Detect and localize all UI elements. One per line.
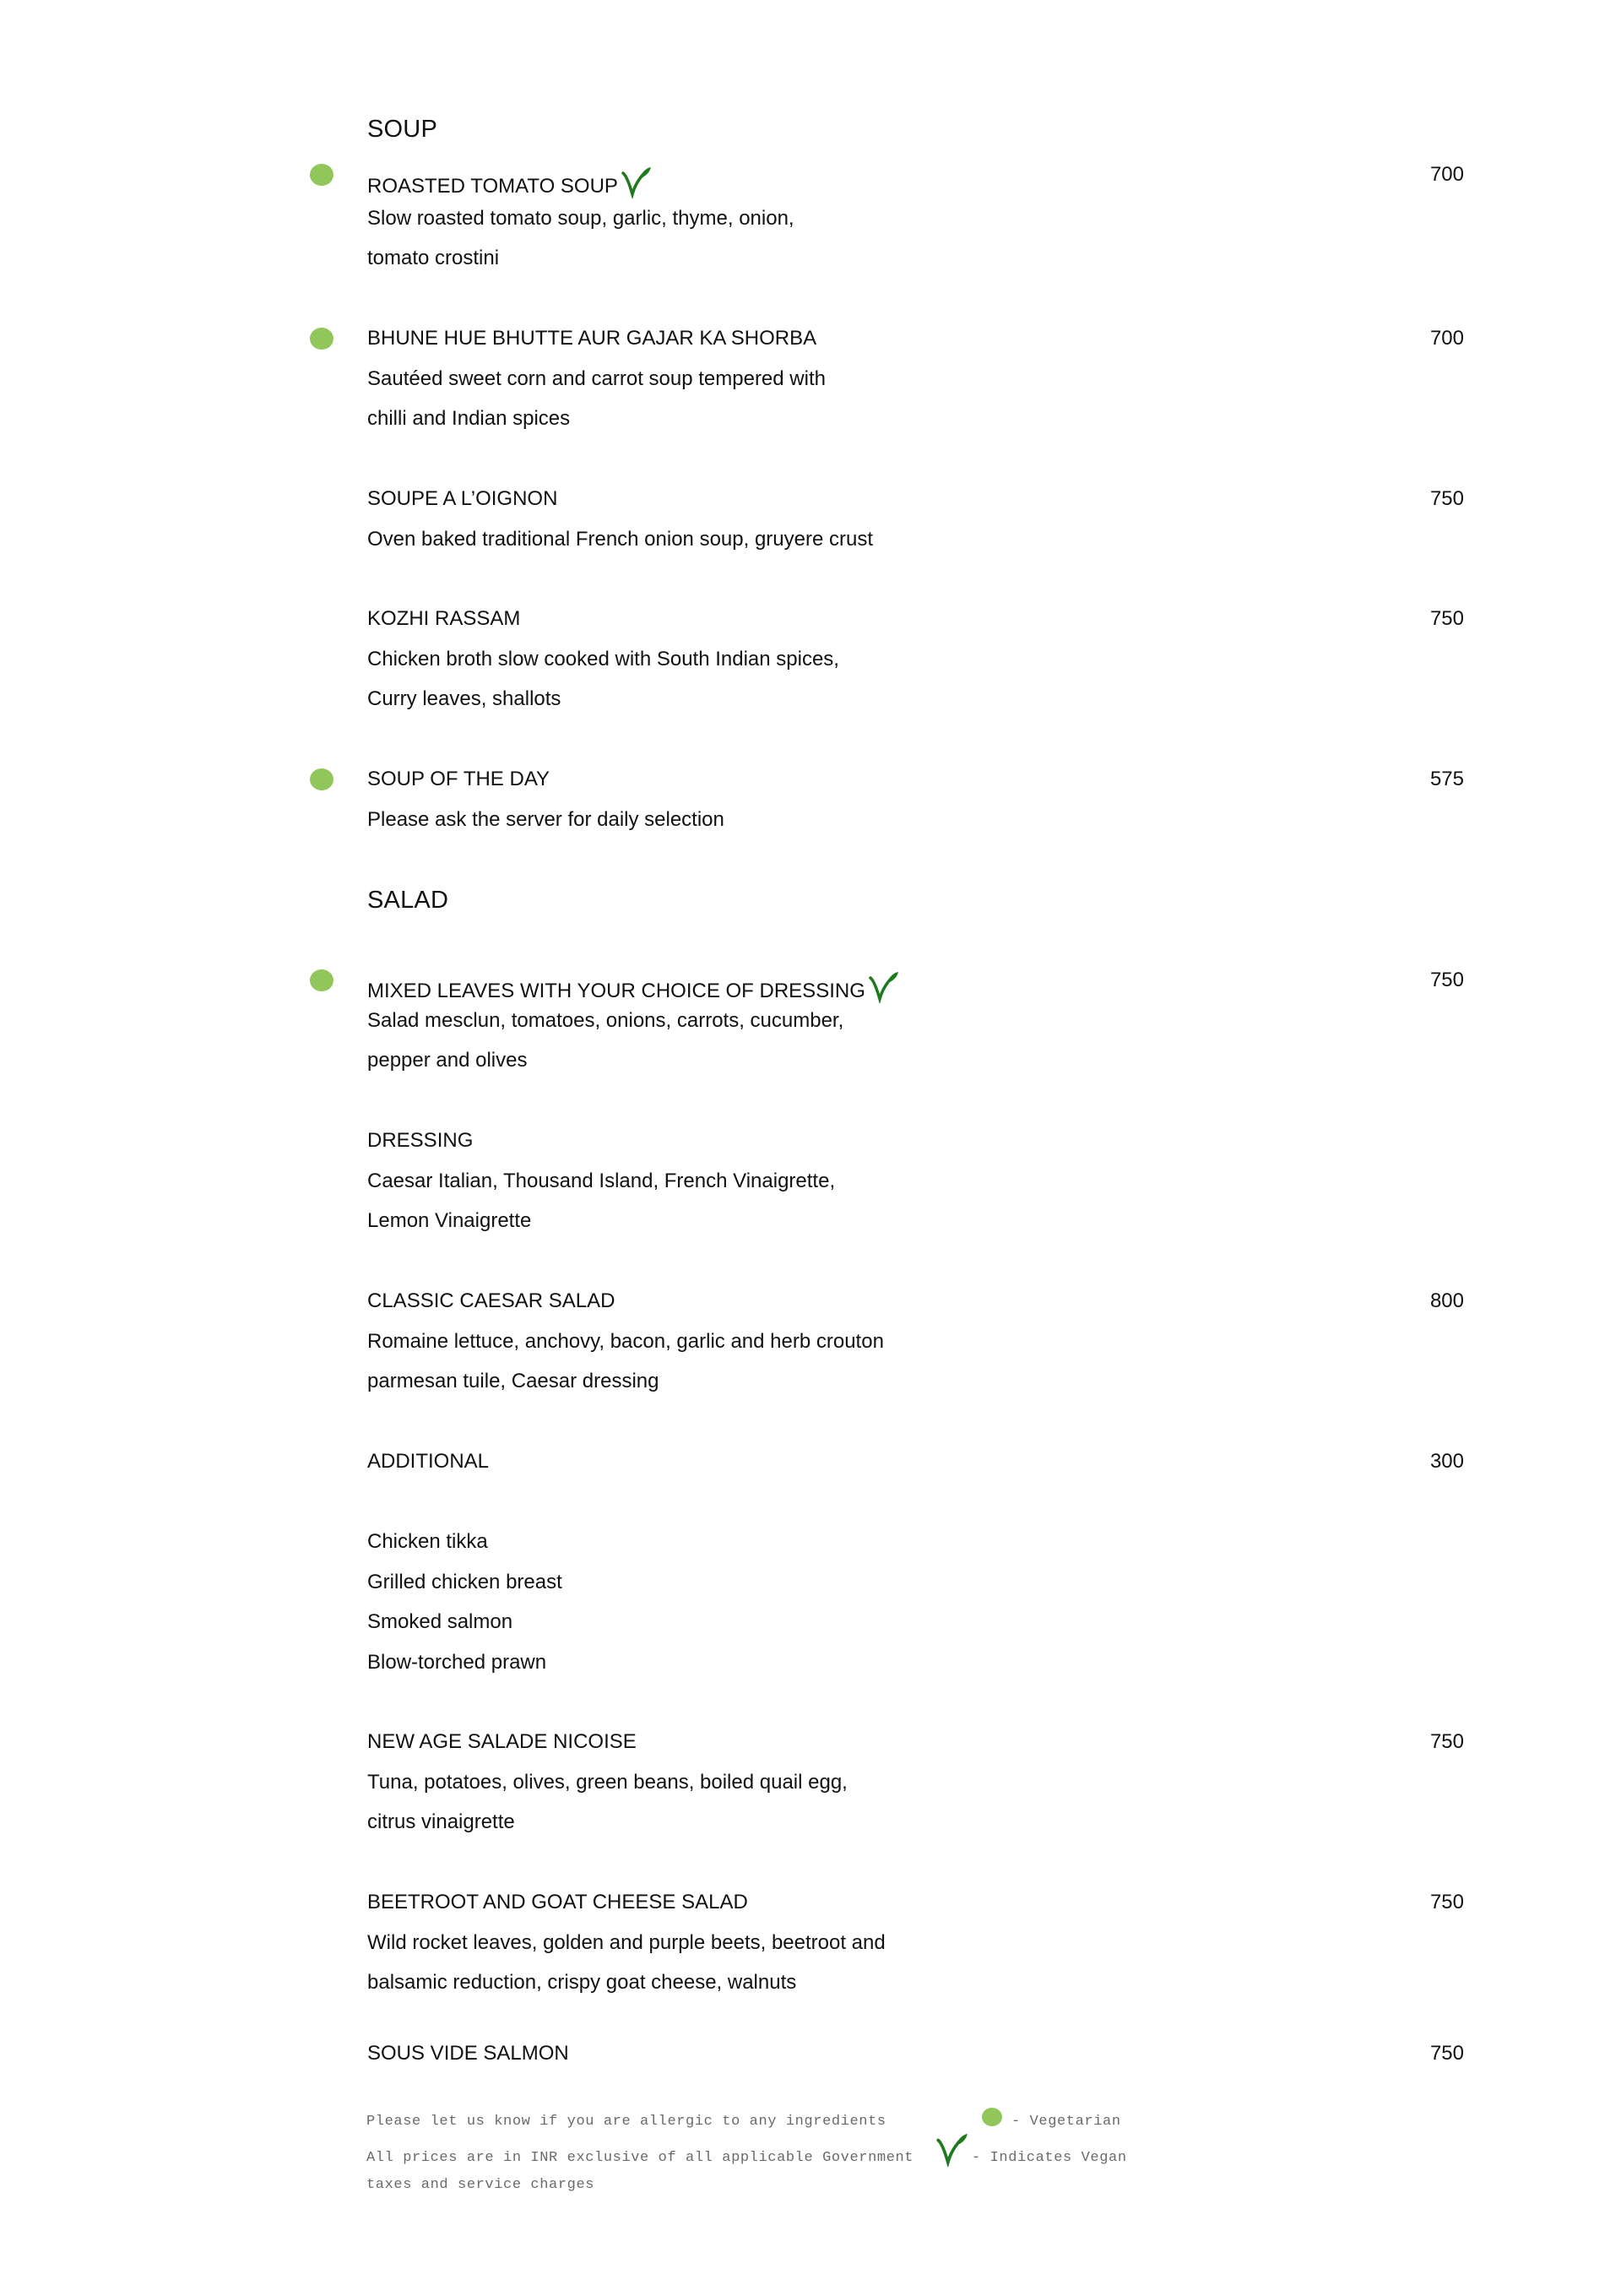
menu-item-name: BEETROOT AND GOAT CHEESE SALAD	[367, 1891, 748, 1913]
menu-item-description: citrus vinaigrette	[367, 1810, 515, 1833]
menu-item-name-text: MIXED LEAVES WITH YOUR CHOICE OF DRESSIN…	[367, 980, 865, 1002]
menu-item-addon: Grilled chicken breast	[367, 1571, 562, 1593]
menu-item-description: Slow roasted tomato soup, garlic, thyme,…	[367, 207, 794, 230]
menu-item-description: parmesan tuile, Caesar dressing	[367, 1370, 659, 1392]
menu-item-price: 750	[1429, 487, 1464, 510]
vegetarian-dot-icon	[310, 328, 333, 350]
legend-vegetarian-label: - Vegetarian	[1011, 2114, 1121, 2130]
menu-page: SOUP ROASTED TOMATO SOUP 700 Slow roaste…	[0, 0, 1621, 2296]
menu-item-description: chilli and Indian spices	[367, 407, 571, 430]
menu-item-name: BHUNE HUE BHUTTE AUR GAJAR KA SHORBA	[367, 327, 817, 350]
menu-item-name: ROASTED TOMATO SOUP	[367, 166, 652, 198]
menu-item-price: 750	[1429, 969, 1464, 991]
menu-item-name: CLASSIC CAESAR SALAD	[367, 1289, 615, 1312]
menu-item-price: 800	[1429, 1289, 1464, 1312]
menu-item-description: Sautéed sweet corn and carrot soup tempe…	[367, 367, 826, 390]
menu-item-description: Lemon Vinaigrette	[367, 1209, 532, 1232]
section-title-soup: SOUP	[367, 116, 437, 143]
menu-item-price: 700	[1429, 327, 1464, 350]
vegetarian-dot-icon	[310, 969, 333, 991]
section-title-salad: SALAD	[367, 887, 449, 914]
menu-item-description: Salad mesclun, tomatoes, onions, carrots…	[367, 1009, 844, 1032]
menu-item-price: 750	[1429, 607, 1464, 630]
menu-item-name: DRESSING	[367, 1129, 474, 1152]
menu-item-description: Romaine lettuce, anchovy, bacon, garlic …	[367, 1330, 884, 1353]
vegetarian-dot-icon	[310, 768, 333, 790]
vegan-leaf-icon	[869, 972, 898, 1003]
vegetarian-dot-icon	[310, 164, 333, 186]
menu-item-name: SOUS VIDE SALMON	[367, 2042, 569, 2065]
menu-item-description: balsamic reduction, crispy goat cheese, …	[367, 1971, 797, 1994]
allergy-note: Please let us know if you are allergic t…	[366, 2114, 886, 2130]
menu-item-price: 750	[1429, 1891, 1464, 1913]
menu-item-name: MIXED LEAVES WITH YOUR CHOICE OF DRESSIN…	[367, 971, 899, 1003]
menu-item-description: Please ask the server for daily selectio…	[367, 808, 724, 831]
prices-note: All prices are in INR exclusive of all a…	[366, 2150, 914, 2166]
menu-item-name: SOUPE A L’OIGNON	[367, 487, 558, 510]
menu-item-name: ADDITIONAL	[367, 1450, 490, 1473]
vegetarian-legend-dot-icon	[982, 2108, 1002, 2126]
menu-item-description: tomato crostini	[367, 247, 500, 269]
menu-item-name: NEW AGE SALADE NICOISE	[367, 1730, 637, 1753]
menu-item-description: Oven baked traditional French onion soup…	[367, 528, 874, 551]
menu-item-price: 300	[1429, 1450, 1464, 1473]
vegan-legend-leaf-icon	[936, 2134, 968, 2167]
menu-item-description: Curry leaves, shallots	[367, 687, 561, 710]
menu-item-addon: Blow-torched prawn	[367, 1651, 547, 1674]
prices-note-continued: taxes and service charges	[366, 2177, 595, 2193]
menu-item-description: Tuna, potatoes, olives, green beans, boi…	[367, 1771, 848, 1794]
menu-item-description: pepper and olives	[367, 1049, 528, 1072]
menu-item-name: KOZHI RASSAM	[367, 607, 521, 630]
menu-item-name-text: ROASTED TOMATO SOUP	[367, 175, 618, 198]
menu-item-price: 575	[1429, 768, 1464, 790]
legend-vegan-label: - Indicates Vegan	[972, 2150, 1127, 2166]
menu-item-price: 750	[1429, 1730, 1464, 1753]
menu-item-addon: Smoked salmon	[367, 1610, 513, 1633]
menu-item-price: 700	[1429, 163, 1464, 186]
menu-item-price: 750	[1429, 2042, 1464, 2065]
menu-item-addon: Chicken tikka	[367, 1530, 488, 1553]
vegan-leaf-icon	[621, 167, 651, 198]
menu-item-description: Caesar Italian, Thousand Island, French …	[367, 1170, 836, 1192]
menu-item-description: Chicken broth slow cooked with South Ind…	[367, 648, 839, 670]
menu-item-name: SOUP OF THE DAY	[367, 768, 550, 790]
menu-item-description: Wild rocket leaves, golden and purple be…	[367, 1931, 886, 1954]
